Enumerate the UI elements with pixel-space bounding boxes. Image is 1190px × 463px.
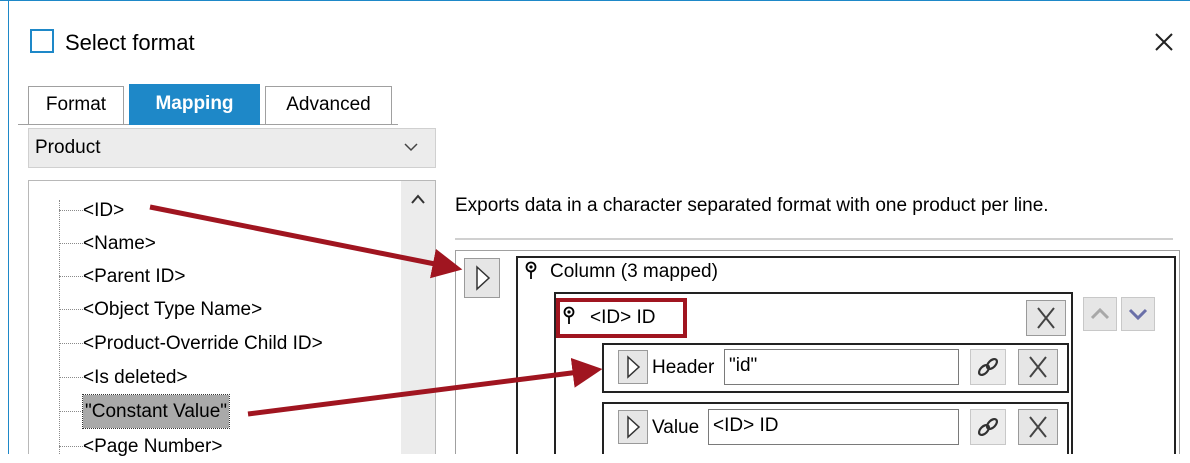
- tab-advanced[interactable]: Advanced: [265, 86, 392, 124]
- close-icon: [1155, 33, 1173, 51]
- play-triangle-icon: [476, 265, 491, 291]
- tab-format[interactable]: Format: [28, 86, 124, 124]
- window-left-border: [8, 0, 9, 454]
- object-type-dropdown[interactable]: Product: [28, 128, 436, 168]
- close-button[interactable]: [1148, 26, 1180, 58]
- tree-item-label: <Product-Override Child ID>: [83, 333, 323, 354]
- tree-item-name[interactable]: <Name>: [59, 227, 156, 260]
- column-expand-button[interactable]: [464, 258, 500, 298]
- tree-item-label: <Is deleted>: [83, 367, 188, 388]
- tree-item-page-number[interactable]: <Page Number>: [59, 430, 222, 463]
- tree-item-label: <Parent ID>: [83, 266, 186, 287]
- header-link-button[interactable]: [970, 349, 1006, 385]
- move-up-button[interactable]: [1083, 297, 1117, 331]
- value-label: Value: [652, 417, 700, 438]
- tree-item-is-deleted[interactable]: <Is deleted>: [59, 361, 188, 394]
- remove-value-button[interactable]: [1018, 409, 1058, 445]
- x-icon: [1029, 356, 1047, 378]
- link-icon: [977, 357, 999, 377]
- pin-icon: [563, 306, 575, 324]
- pin-icon: [525, 261, 537, 279]
- remove-id-mapping-button[interactable]: [1026, 300, 1066, 336]
- tree-item-constant-value[interactable]: "Constant Value": [59, 394, 230, 429]
- tree-item-label: <Object Type Name>: [83, 299, 263, 320]
- tree-item-label-selected: "Constant Value": [82, 394, 230, 429]
- link-icon: [977, 417, 999, 437]
- chevron-down-icon: [404, 143, 418, 152]
- header-label: Header: [652, 357, 715, 378]
- tab-mapping-label: Mapping: [155, 93, 234, 114]
- id-mapping-label: <ID> ID: [590, 307, 656, 328]
- separator: [455, 238, 1173, 240]
- checkbox-icon: [30, 29, 54, 53]
- tree-item-id[interactable]: <ID>: [59, 194, 124, 227]
- tree-item-object-type-name[interactable]: <Object Type Name>: [59, 293, 262, 326]
- format-description: Exports data in a character separated fo…: [455, 195, 1049, 216]
- tree-item-label: <Page Number>: [83, 436, 223, 457]
- header-expand-button[interactable]: [618, 350, 648, 384]
- tree-item-product-override-child-id[interactable]: <Product-Override Child ID>: [59, 327, 323, 360]
- x-icon: [1029, 416, 1047, 438]
- play-triangle-icon: [627, 415, 641, 439]
- arrow-down-icon: [1128, 308, 1148, 321]
- header-input[interactable]: "id": [724, 349, 959, 385]
- value-expand-button[interactable]: [618, 410, 648, 444]
- tree-item-label: <Name>: [83, 233, 156, 254]
- remove-header-button[interactable]: [1018, 349, 1058, 385]
- arrow-up-icon: [1090, 307, 1110, 320]
- window-top-border: [0, 0, 1190, 1]
- tab-mapping[interactable]: Mapping: [129, 84, 260, 125]
- x-icon: [1037, 307, 1055, 329]
- tree-item-parent-id[interactable]: <Parent ID>: [59, 260, 185, 293]
- value-link-button[interactable]: [970, 409, 1006, 445]
- tree-item-label: <ID>: [83, 200, 125, 221]
- value-input[interactable]: <ID> ID: [708, 409, 959, 445]
- tree-scrollbar[interactable]: [401, 181, 435, 454]
- play-triangle-icon: [627, 355, 641, 379]
- window-title: Select format: [65, 30, 195, 55]
- move-down-button[interactable]: [1121, 297, 1155, 331]
- column-label: Column (3 mapped): [550, 261, 718, 282]
- scroll-up-icon[interactable]: [401, 183, 435, 217]
